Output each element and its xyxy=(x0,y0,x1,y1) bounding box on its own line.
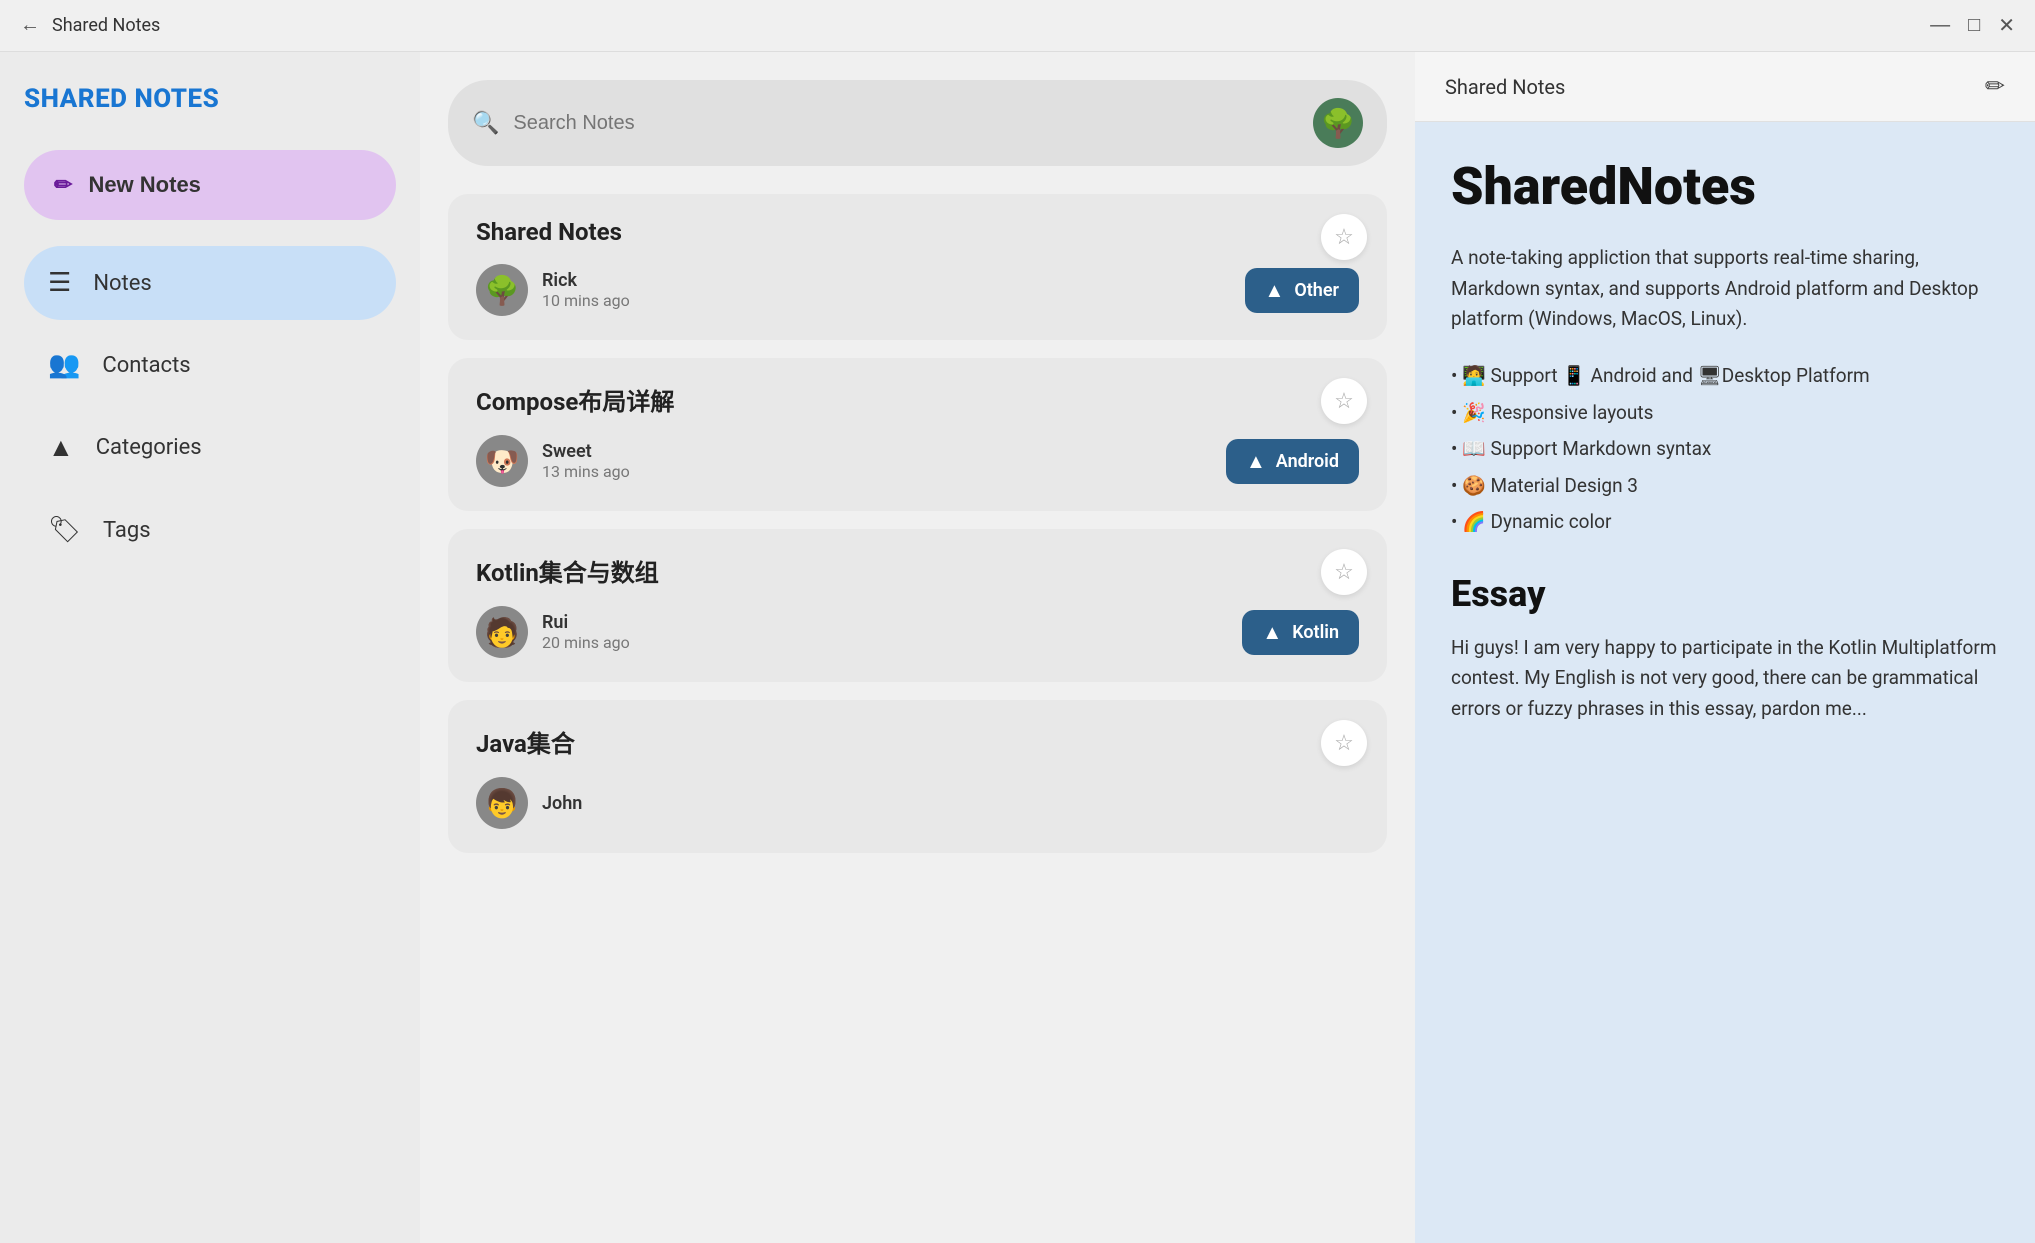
note-title-2: Kotlin集合与数组 xyxy=(476,553,1359,588)
nav-categories-label: Categories xyxy=(96,435,202,460)
category-badge-0[interactable]: ▲ Other xyxy=(1245,268,1359,313)
feature-0: • 🧑‍💻 Support 📱 Android and 🖥Desktop Pla… xyxy=(1451,362,1999,391)
detail-essay-text: Hi guys! I am very happy to participate … xyxy=(1451,633,1999,724)
pencil-icon: ✏ xyxy=(54,172,72,198)
titlebar-controls: — □ ✕ xyxy=(1930,13,2015,38)
author-info-3: John xyxy=(542,793,582,814)
badge-label-2: Kotlin xyxy=(1292,622,1339,643)
note-card-0[interactable]: Shared Notes ☆ 🌳 Rick 10 mins ago ▲ xyxy=(448,194,1387,340)
sidebar-item-notes[interactable]: ☰ Notes xyxy=(24,246,396,320)
edit-button[interactable]: ✏ xyxy=(1985,72,2005,101)
sidebar-item-tags[interactable]: 🏷 Tags xyxy=(24,493,396,567)
search-input[interactable] xyxy=(513,112,1299,135)
sidebar: SHARED NOTES ✏ New Notes ☰ Notes 👥 Conta… xyxy=(0,52,420,1243)
note-meta-2: 🧑 Rui 20 mins ago ▲ Kotlin xyxy=(476,606,1359,658)
detail-panel: Shared Notes ✏ SharedNotes A note-taking… xyxy=(1415,52,2035,1243)
badge-icon-1: ▲ xyxy=(1246,449,1266,474)
new-notes-label: New Notes xyxy=(88,172,200,198)
author-time-0: 10 mins ago xyxy=(542,291,630,310)
detail-content: SharedNotes A note-taking appliction tha… xyxy=(1415,122,2035,1243)
detail-header: Shared Notes ✏ xyxy=(1415,52,2035,122)
nav-notes-label: Notes xyxy=(93,271,151,296)
author-avatar-3: 👦 xyxy=(476,777,528,829)
author-info-1: Sweet 13 mins ago xyxy=(542,441,630,481)
note-card-2[interactable]: Kotlin集合与数组 ☆ 🧑 Rui 20 mins ago ▲ xyxy=(448,529,1387,682)
contacts-icon: 👥 xyxy=(48,350,80,380)
author-avatar-0: 🌳 xyxy=(476,264,528,316)
note-meta-1: 🐶 Sweet 13 mins ago ▲ Android xyxy=(476,435,1359,487)
badge-label-0: Other xyxy=(1294,280,1339,301)
author-name-2: Rui xyxy=(542,612,630,633)
author-name-3: John xyxy=(542,793,582,814)
note-author-0: 🌳 Rick 10 mins ago xyxy=(476,264,630,316)
sidebar-item-contacts[interactable]: 👥 Contacts xyxy=(24,328,396,402)
note-title-1: Compose布局详解 xyxy=(476,382,1359,417)
new-notes-button[interactable]: ✏ New Notes xyxy=(24,150,396,220)
sidebar-item-categories[interactable]: ▲ Categories xyxy=(24,410,396,485)
search-icon: 🔍 xyxy=(472,111,499,136)
note-meta-3: 👦 John xyxy=(476,777,1359,829)
feature-3: • 🍪 Material Design 3 xyxy=(1451,472,1999,501)
category-badge-1[interactable]: ▲ Android xyxy=(1226,439,1359,484)
star-button-0[interactable]: ☆ xyxy=(1321,214,1367,260)
author-time-2: 20 mins ago xyxy=(542,633,630,652)
main-layout: SHARED NOTES ✏ New Notes ☰ Notes 👥 Conta… xyxy=(0,52,2035,1243)
note-author-1: 🐶 Sweet 13 mins ago xyxy=(476,435,630,487)
sidebar-brand: SHARED NOTES xyxy=(24,84,396,114)
detail-app-title: SharedNotes xyxy=(1451,158,1999,215)
note-title-3: Java集合 xyxy=(476,724,1359,759)
back-button[interactable]: ← xyxy=(20,14,40,37)
search-bar: 🔍 🌳 xyxy=(448,80,1387,166)
notes-icon: ☰ xyxy=(48,268,71,298)
detail-description: A note-taking appliction that supports r… xyxy=(1451,243,1999,334)
note-author-2: 🧑 Rui 20 mins ago xyxy=(476,606,630,658)
note-card-3[interactable]: Java集合 ☆ 👦 John xyxy=(448,700,1387,853)
note-meta-0: 🌳 Rick 10 mins ago ▲ Other xyxy=(476,264,1359,316)
detail-header-title: Shared Notes xyxy=(1445,75,1565,99)
nav-tags-label: Tags xyxy=(103,518,151,543)
author-emoji-3: 👦 xyxy=(485,787,520,820)
detail-features: • 🧑‍💻 Support 📱 Android and 🖥Desktop Pla… xyxy=(1451,362,1999,537)
author-time-1: 13 mins ago xyxy=(542,462,630,481)
author-info-0: Rick 10 mins ago xyxy=(542,270,630,310)
user-avatar: 🌳 xyxy=(1313,98,1363,148)
author-emoji-0: 🌳 xyxy=(485,274,520,307)
close-button[interactable]: ✕ xyxy=(1998,13,2015,38)
middle-panel: 🔍 🌳 Shared Notes ☆ 🌳 Rick xyxy=(420,52,1415,1243)
star-button-2[interactable]: ☆ xyxy=(1321,549,1367,595)
note-card-1[interactable]: Compose布局详解 ☆ 🐶 Sweet 13 mins ago ▲ xyxy=(448,358,1387,511)
feature-1: • 🎉 Responsive layouts xyxy=(1451,399,1999,428)
nav-contacts-label: Contacts xyxy=(102,353,190,378)
badge-label-1: Android xyxy=(1276,451,1339,472)
feature-2: • 📖 Support Markdown syntax xyxy=(1451,435,1999,464)
note-title-0: Shared Notes xyxy=(476,218,1359,246)
author-emoji-2: 🧑 xyxy=(485,616,520,649)
maximize-button[interactable]: □ xyxy=(1968,14,1980,37)
tags-icon: 🏷 xyxy=(48,515,81,545)
detail-essay-title: Essay xyxy=(1451,573,1999,615)
author-avatar-2: 🧑 xyxy=(476,606,528,658)
author-emoji-1: 🐶 xyxy=(485,445,520,478)
author-info-2: Rui 20 mins ago xyxy=(542,612,630,652)
titlebar-left: ← Shared Notes xyxy=(20,14,160,37)
notes-list: Shared Notes ☆ 🌳 Rick 10 mins ago ▲ xyxy=(448,194,1387,873)
minimize-button[interactable]: — xyxy=(1930,14,1950,37)
categories-icon: ▲ xyxy=(48,432,74,463)
titlebar: ← Shared Notes — □ ✕ xyxy=(0,0,2035,52)
avatar-emoji: 🌳 xyxy=(1321,107,1356,140)
feature-4: • 🌈 Dynamic color xyxy=(1451,508,1999,537)
badge-icon-0: ▲ xyxy=(1265,278,1285,303)
author-name-1: Sweet xyxy=(542,441,630,462)
star-button-1[interactable]: ☆ xyxy=(1321,378,1367,424)
badge-icon-2: ▲ xyxy=(1262,620,1282,645)
star-button-3[interactable]: ☆ xyxy=(1321,720,1367,766)
titlebar-title: Shared Notes xyxy=(52,15,160,36)
author-name-0: Rick xyxy=(542,270,630,291)
note-author-3: 👦 John xyxy=(476,777,582,829)
author-avatar-1: 🐶 xyxy=(476,435,528,487)
category-badge-2[interactable]: ▲ Kotlin xyxy=(1242,610,1359,655)
